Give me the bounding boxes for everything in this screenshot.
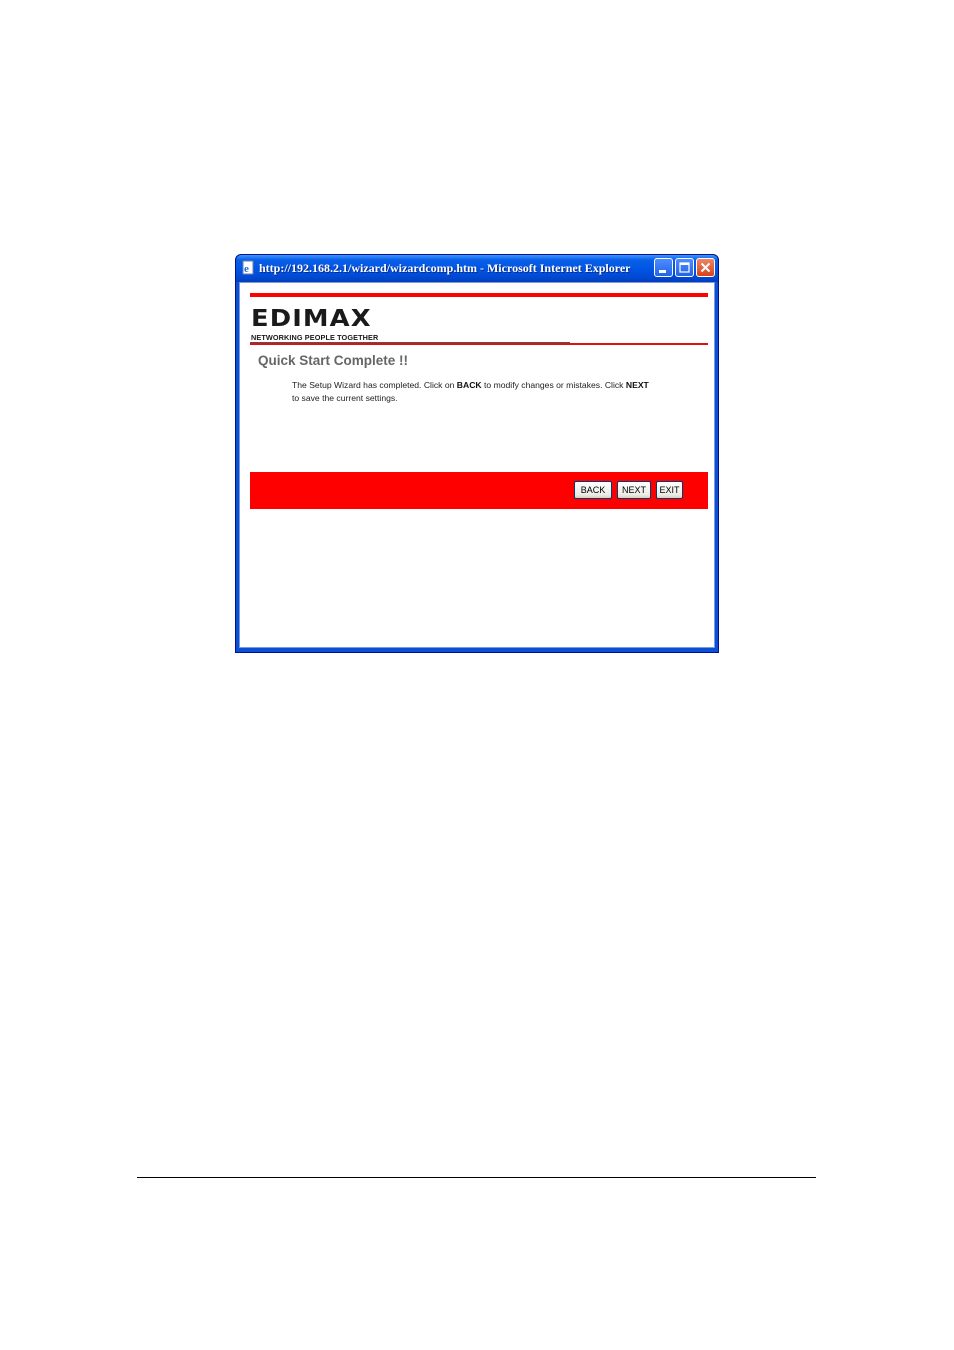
ie-page-icon: e: [241, 260, 256, 275]
maximize-button[interactable]: [675, 258, 694, 277]
edimax-logo: EDIMAX NETWORKING PEOPLE TOGETHER: [251, 306, 411, 342]
close-icon: [700, 262, 711, 273]
minimize-icon: [659, 270, 666, 273]
next-button[interactable]: NEXT: [617, 481, 651, 499]
document-footer-rule: [137, 1177, 816, 1178]
logo-tagline: NETWORKING PEOPLE TOGETHER: [251, 333, 379, 342]
maximize-icon: [679, 262, 690, 273]
description-next-word: NEXT: [625, 380, 649, 390]
svg-text:e: e: [244, 263, 249, 275]
browser-content: EDIMAX NETWORKING PEOPLE TOGETHER Quick …: [239, 282, 715, 648]
window-title: http://192.168.2.1/wizard/wizardcomp.htm…: [259, 261, 631, 275]
description-back-word: BACK: [456, 380, 482, 390]
description-part-2: to modify changes or mistakes. Click: [481, 380, 626, 390]
logo-wordmark: EDIMAX: [251, 306, 372, 332]
description-part-1: The Setup Wizard has completed. Click on: [292, 380, 457, 390]
close-button[interactable]: [696, 258, 715, 277]
top-red-bar: [250, 293, 708, 297]
browser-window: e http://192.168.2.1/wizard/wizardcomp.h…: [235, 254, 719, 653]
page-title: Quick Start Complete !!: [258, 353, 409, 368]
title-bar[interactable]: e http://192.168.2.1/wizard/wizardcomp.h…: [236, 255, 718, 282]
description-text: The Setup Wizard has completed. Click on…: [292, 379, 712, 405]
minimize-button[interactable]: [654, 258, 673, 277]
exit-button[interactable]: EXIT: [656, 481, 683, 499]
header-divider: [250, 343, 708, 345]
description-part-3: to save the current settings.: [292, 393, 398, 403]
button-bar: BACK NEXT EXIT: [250, 472, 708, 509]
back-button[interactable]: BACK: [574, 481, 612, 499]
